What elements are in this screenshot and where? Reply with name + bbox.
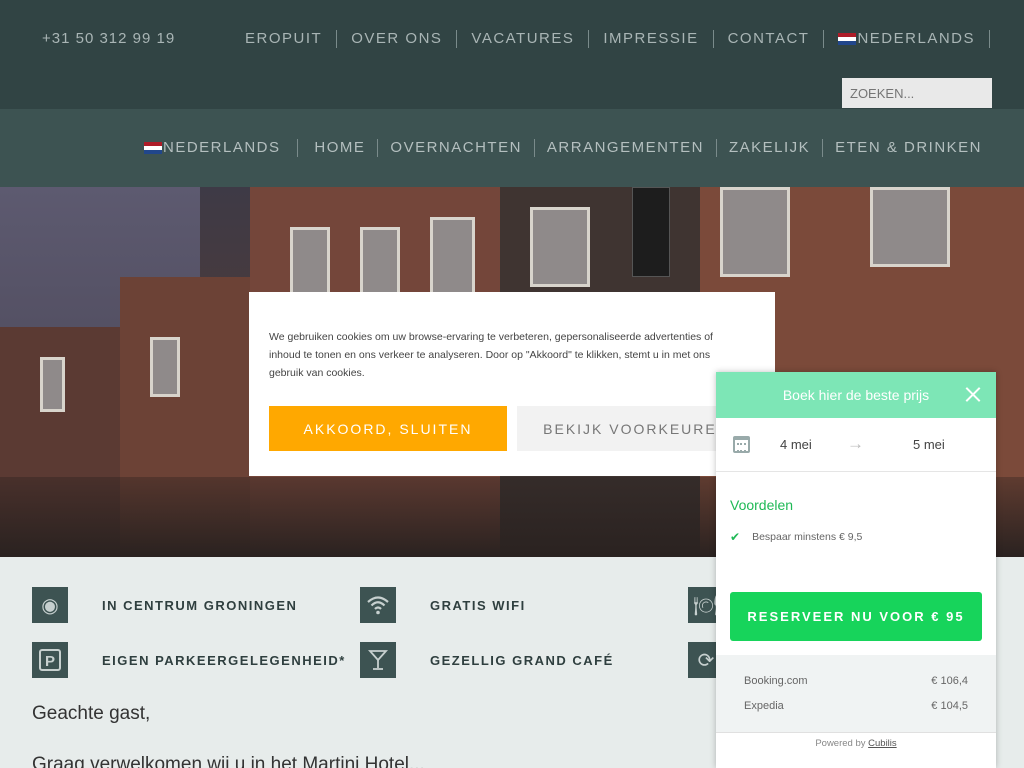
arrow-right-icon: → bbox=[847, 434, 864, 453]
compare-site: Booking.com bbox=[744, 675, 808, 687]
nav-eten-drinken[interactable]: ETEN & DRINKEN bbox=[823, 139, 982, 157]
close-icon[interactable] bbox=[964, 385, 982, 403]
compare-row: Booking.com € 106,4 bbox=[744, 675, 968, 687]
parking-icon: P bbox=[32, 642, 68, 678]
feature-label: GEZELLIG GRAND CAFÉ bbox=[430, 652, 614, 668]
language-label: NEDERLANDS bbox=[857, 30, 975, 47]
main-language-label: NEDERLANDS bbox=[163, 139, 281, 156]
compare-site: Expedia bbox=[744, 700, 784, 712]
compare-price: € 104,5 bbox=[931, 700, 968, 712]
feature-item: GRATIS WIFI bbox=[360, 587, 526, 623]
main-language-selector[interactable]: NEDERLANDS bbox=[144, 139, 298, 157]
reserve-button[interactable]: RESERVEER NU VOOR € 95 bbox=[730, 592, 982, 641]
hero-window bbox=[530, 207, 590, 287]
top-nav-over-ons[interactable]: OVER ONS bbox=[337, 30, 458, 48]
feature-item: P EIGEN PARKEERGELEGENHEID* bbox=[32, 642, 346, 678]
top-nav-vacatures[interactable]: VACATURES bbox=[457, 30, 590, 48]
powered-by-text: Powered by bbox=[815, 738, 866, 749]
feature-label: IN CENTRUM GRONINGEN bbox=[102, 597, 298, 613]
target-icon: ◉ bbox=[32, 587, 68, 623]
nav-zakelijk[interactable]: ZAKELIJK bbox=[717, 139, 824, 157]
hero-window bbox=[290, 227, 330, 302]
main-nav-bar: NEDERLANDS HOME OVERNACHTEN ARRANGEMENTE… bbox=[0, 109, 1024, 187]
main-nav: HOME OVERNACHTEN ARRANGEMENTEN ZAKELIJK … bbox=[302, 139, 982, 157]
check-icon: ✔ bbox=[730, 530, 741, 544]
top-nav-contact[interactable]: CONTACT bbox=[714, 30, 825, 48]
nav-arrangementen[interactable]: ARRANGEMENTEN bbox=[535, 139, 717, 157]
hero-window bbox=[150, 337, 180, 397]
hero-window bbox=[430, 217, 475, 297]
hotel-sign bbox=[632, 187, 670, 277]
booking-title: Boek hier de beste prijs bbox=[782, 387, 930, 403]
nav-home[interactable]: HOME bbox=[302, 139, 379, 157]
hero-window bbox=[360, 227, 400, 302]
feature-item: ◉ IN CENTRUM GRONINGEN bbox=[32, 587, 297, 623]
top-nav: EROPUIT OVER ONS VACATURES IMPRESSIE CON… bbox=[245, 30, 990, 48]
top-bar: +31 50 312 99 19 EROPUIT OVER ONS VACATU… bbox=[0, 0, 1024, 109]
cookie-dialog: We gebruiken cookies om uw browse-ervari… bbox=[249, 292, 775, 476]
accept-cookies-button[interactable]: AKKOORD, SLUITEN bbox=[269, 406, 507, 451]
checkout-date[interactable]: 5 mei bbox=[913, 437, 945, 452]
hero-window bbox=[870, 187, 950, 267]
compare-price: € 106,4 bbox=[931, 675, 968, 687]
cubilis-link[interactable]: Cubilis bbox=[868, 738, 897, 749]
nav-overnachten[interactable]: OVERNACHTEN bbox=[378, 139, 535, 157]
advantages-title: Voordelen bbox=[730, 497, 794, 513]
powered-by: Powered by Cubilis bbox=[716, 738, 996, 749]
top-nav-impressie[interactable]: IMPRESSIE bbox=[589, 30, 714, 48]
cookie-text: We gebruiken cookies om uw browse-ervari… bbox=[269, 331, 713, 379]
compare-row: Expedia € 104,5 bbox=[744, 700, 968, 712]
greeting-text: Geachte gast, bbox=[32, 703, 151, 724]
dutch-flag-icon bbox=[838, 33, 857, 45]
price-comparison: Booking.com € 106,4 Expedia € 104,5 bbox=[716, 655, 996, 733]
checkin-date[interactable]: 4 mei bbox=[780, 437, 812, 452]
calendar-icon bbox=[733, 436, 750, 453]
phone-number[interactable]: +31 50 312 99 19 bbox=[42, 30, 175, 47]
dutch-flag-icon bbox=[144, 142, 162, 154]
booking-header: Boek hier de beste prijs bbox=[716, 372, 996, 418]
feature-label: EIGEN PARKEERGELEGENHEID* bbox=[102, 652, 346, 668]
intro-text: Graag verwelkomen wij u in het Martini H… bbox=[32, 754, 425, 768]
hero-window bbox=[720, 187, 790, 277]
date-selector[interactable]: 4 mei → 5 mei bbox=[716, 418, 996, 472]
hero-window bbox=[40, 357, 65, 412]
language-selector[interactable]: NEDERLANDS bbox=[824, 30, 990, 48]
search-input[interactable] bbox=[842, 78, 992, 108]
cocktail-icon bbox=[360, 642, 396, 678]
wifi-icon bbox=[360, 587, 396, 623]
top-nav-eropuit[interactable]: EROPUIT bbox=[245, 30, 338, 48]
advantage-item: ✔ Bespaar minstens € 9,5 bbox=[730, 530, 862, 544]
booking-widget: Boek hier de beste prijs 4 mei → 5 mei V… bbox=[716, 372, 996, 768]
advantage-text: Bespaar minstens € 9,5 bbox=[752, 531, 863, 543]
svg-text:P: P bbox=[45, 653, 55, 670]
feature-label: GRATIS WIFI bbox=[430, 597, 526, 613]
feature-item: GEZELLIG GRAND CAFÉ bbox=[360, 642, 614, 678]
